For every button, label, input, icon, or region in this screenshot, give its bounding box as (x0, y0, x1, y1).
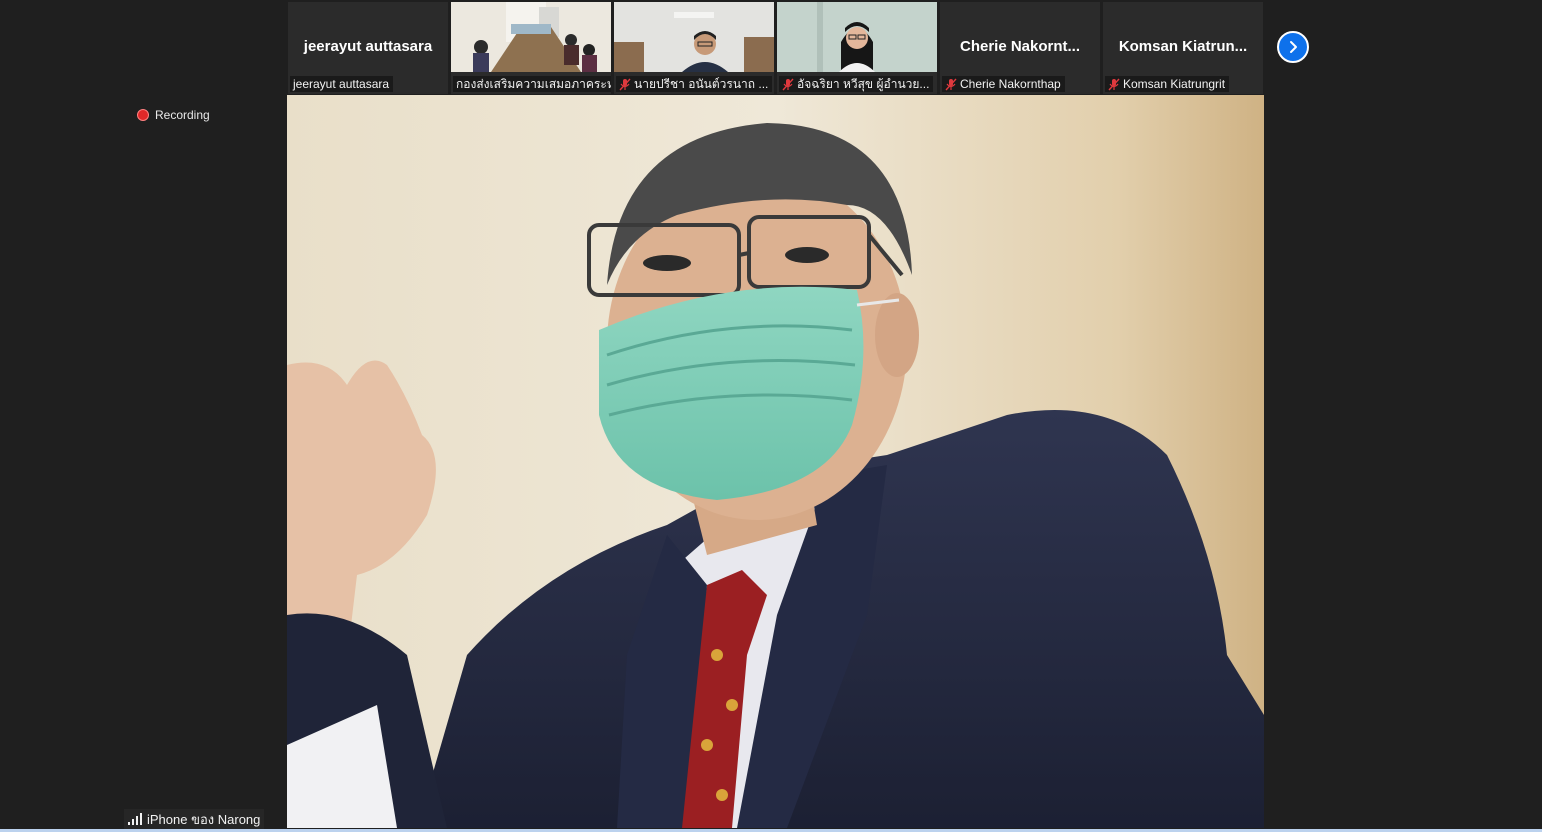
participant-tile[interactable]: Komsan Kiatrun... Komsan Kiatrungrit (1103, 2, 1263, 94)
record-dot-icon (137, 109, 149, 121)
participant-video (451, 2, 611, 72)
active-speaker-video (287, 95, 1264, 828)
participant-name-label: อัจฉริยา หวีสุข ผู้อำนวย... (779, 76, 934, 92)
speaker-name-text: iPhone ของ Narong (147, 811, 261, 827)
participant-display-name: Komsan Kiatrun... (1118, 38, 1248, 55)
speaker-name-tag: iPhone ของ Narong (124, 809, 265, 829)
participant-name-label: Cherie Nakornthap (942, 76, 1065, 92)
recording-label: Recording (155, 108, 210, 122)
chevron-right-icon (1290, 41, 1297, 53)
mic-muted-icon (619, 78, 631, 90)
participant-video (614, 2, 774, 72)
participant-name-label: กองส่งเสริมความเสมอภาคระห... (453, 76, 611, 92)
speaker-video-frame (287, 95, 1264, 828)
participant-name-label: นายปรีชา อนันต์วรนาถ ... (616, 76, 773, 92)
mic-muted-icon (1108, 78, 1120, 90)
participant-name-text: อัจฉริยา หวีสุข ผู้อำนวย... (797, 77, 930, 91)
zoom-meeting-window: jeerayut auttasara jeerayut auttasara กอ… (0, 0, 1542, 832)
participant-name-text: กองส่งเสริมความเสมอภาคระห... (456, 77, 611, 91)
participant-name-label: Komsan Kiatrungrit (1105, 76, 1230, 92)
recording-indicator[interactable]: Recording (137, 108, 210, 122)
meeting-room-video-thumbnail (451, 2, 611, 72)
participant-name-text: Komsan Kiatrungrit (1123, 77, 1226, 91)
participant-tile[interactable]: กองส่งเสริมความเสมอภาคระห... (451, 2, 611, 94)
participant-name-text: Cherie Nakornthap (960, 77, 1061, 91)
participant-video (777, 2, 937, 72)
participant-display-name: jeerayut auttasara (303, 38, 433, 55)
next-participants-button[interactable] (1277, 31, 1309, 63)
signal-bars-icon (128, 813, 142, 825)
participant-display-name: Cherie Nakornt... (959, 38, 1081, 55)
participant-name-label: jeerayut auttasara (290, 76, 394, 92)
mic-muted-icon (945, 78, 957, 90)
participant-name-text: นายปรีชา อนันต์วรนาถ ... (634, 77, 769, 91)
participant-strip: jeerayut auttasara jeerayut auttasara กอ… (288, 2, 1263, 94)
participant-tile[interactable]: jeerayut auttasara jeerayut auttasara (288, 2, 448, 94)
participant-tile[interactable]: Cherie Nakornt... Cherie Nakornthap (940, 2, 1100, 94)
participant-tile[interactable]: อัจฉริยา หวีสุข ผู้อำนวย... (777, 2, 937, 94)
woman-video-thumbnail (777, 2, 937, 72)
participant-name-text: jeerayut auttasara (293, 77, 390, 91)
office-video-thumbnail (614, 2, 774, 72)
mic-muted-icon (782, 78, 794, 90)
participant-tile[interactable]: นายปรีชา อนันต์วรนาถ ... (614, 2, 774, 94)
